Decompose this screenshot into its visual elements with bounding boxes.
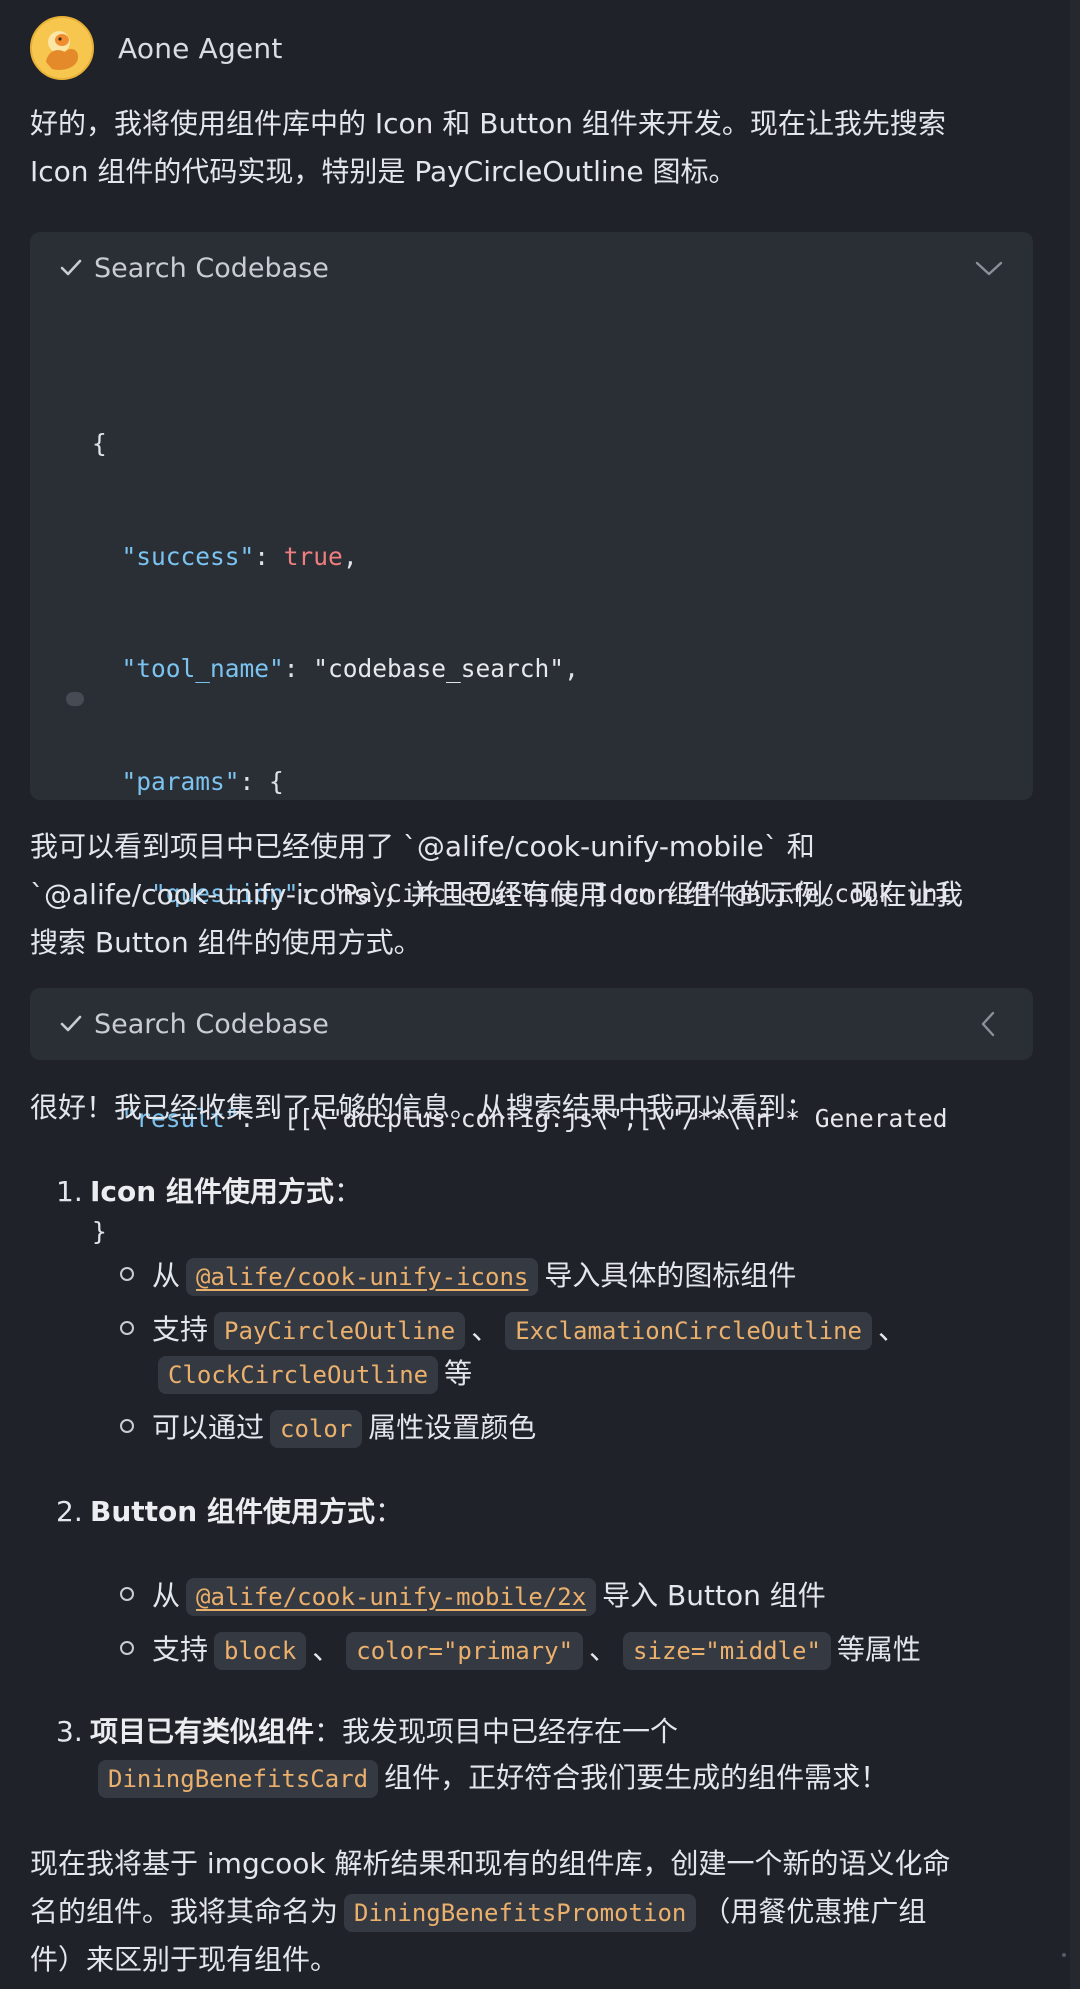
inline-code: color="primary" xyxy=(346,1632,584,1670)
assistant-message-summary: 很好！我已经收集到了足够的信息。从搜索结果中我可以看到： xyxy=(30,1084,1040,1132)
message-line: 我可以看到项目中已经使用了 `@alife/cook-unify-mobile`… xyxy=(30,830,815,863)
check-icon xyxy=(58,1011,84,1037)
list-number: 2. xyxy=(56,1495,83,1528)
inline-code: ExclamationCircleOutline xyxy=(505,1312,872,1350)
json-value: true xyxy=(283,541,343,571)
agent-name: Aone Agent xyxy=(118,31,283,65)
tool-call-header[interactable]: Search Codebase xyxy=(58,232,329,304)
list-subitem: 从 @alife/cook-unify-icons 导入具体的图标组件 xyxy=(120,1254,796,1298)
tool-call-header[interactable]: Search Codebase xyxy=(58,988,329,1060)
list-subitem: 可以通过 color 属性设置颜色 xyxy=(120,1406,536,1450)
text: 、 xyxy=(471,1313,500,1346)
inline-code: DiningBenefitsPromotion xyxy=(344,1894,697,1932)
bullet-icon xyxy=(120,1641,134,1655)
list-item-continuation: DiningBenefitsCard 组件，正好符合我们要生成的组件需求！ xyxy=(92,1756,888,1800)
list-item-2: 2. Button 组件使用方式： xyxy=(56,1490,403,1534)
inline-code: block xyxy=(214,1632,307,1670)
text: 导入具体的图标组件 xyxy=(544,1259,797,1292)
loading-dot xyxy=(66,692,84,706)
text: 、 xyxy=(589,1633,618,1666)
chevron-left-icon[interactable] xyxy=(973,1008,1005,1040)
bullet-icon xyxy=(120,1587,134,1601)
text: 从 xyxy=(152,1579,181,1612)
message-line: 件）来区别于现有组件。 xyxy=(30,1943,339,1976)
list-subitem: 支持 PayCircleOutline、 ExclamationCircleOutl… xyxy=(120,1308,906,1352)
text: 、 xyxy=(312,1633,341,1666)
assistant-message-closing: 现在我将基于 imgcook 解析结果和现有的组件库，创建一个新的语义化命 名的… xyxy=(30,1840,1040,1984)
message-line: 现在我将基于 imgcook 解析结果和现有的组件库，创建一个新的语义化命 xyxy=(30,1847,951,1880)
tool-call-title: Search Codebase xyxy=(94,1008,329,1040)
scroll-indicator xyxy=(1062,1953,1066,1957)
message-line: 搜索 Button 组件的使用方式。 xyxy=(30,926,422,959)
duck-avatar-icon xyxy=(32,18,92,78)
text: 支持 xyxy=(152,1633,209,1666)
list-subitem: 支持 block、 color="primary"、 size="middle" 等属性 xyxy=(120,1628,921,1672)
json-brace: } xyxy=(92,1216,107,1246)
inline-code: PayCircleOutline xyxy=(214,1312,466,1350)
message-line: `@alife/cook-unify-icons`，并且已经有使用 Icon 组… xyxy=(30,878,963,911)
text: 可以通过 xyxy=(152,1411,265,1444)
list-number: 3. xyxy=(56,1715,83,1748)
text: 、 xyxy=(878,1313,907,1346)
list-item-title: Button 组件使用方式 xyxy=(90,1495,375,1528)
text: （用餐优惠推广组 xyxy=(702,1895,927,1928)
agent-avatar xyxy=(30,16,94,80)
assistant-message-middle: 我可以看到项目中已经使用了 `@alife/cook-unify-mobile`… xyxy=(30,823,1040,967)
text: 属性设置颜色 xyxy=(368,1411,537,1444)
scrollbar-track[interactable] xyxy=(1070,0,1080,1989)
tool-call-card-collapsed[interactable]: Search Codebase xyxy=(30,988,1033,1060)
inline-code-link[interactable]: @alife/cook-unify-mobile/2x xyxy=(186,1578,597,1616)
chat-transcript[interactable]: Aone Agent 好的，我将使用组件库中的 Icon 和 Button 组件… xyxy=(0,0,1080,1989)
tool-call-title: Search Codebase xyxy=(94,252,329,284)
json-brace: { xyxy=(92,429,107,458)
text: 导入 Button 组件 xyxy=(602,1579,826,1612)
bullet-icon xyxy=(120,1267,134,1281)
bullet-icon xyxy=(120,1419,134,1433)
text: 等属性 xyxy=(836,1633,921,1666)
list-colon: ： xyxy=(374,1495,403,1528)
message-line: 好的，我将使用组件库中的 Icon 和 Button 组件来开发。现在让我先搜索 xyxy=(30,107,946,140)
json-value: "codebase_search" xyxy=(313,654,565,683)
list-item-title: Icon 组件使用方式 xyxy=(90,1175,334,1208)
inline-code: size="middle" xyxy=(623,1632,831,1670)
list-subitem-continuation: ClockCircleOutline 等 xyxy=(152,1352,472,1396)
inline-code: color xyxy=(270,1410,363,1448)
text: 名的组件。我将其命名为 xyxy=(30,1895,339,1928)
text: 组件，正好符合我们要生成的组件需求！ xyxy=(384,1761,889,1794)
message-line: 名的组件。我将其命名为 DiningBenefitsPromotion （用餐优惠推… xyxy=(30,1888,1040,1936)
message-line: Icon 组件的代码实现，特别是 PayCircleOutline 图标。 xyxy=(30,155,737,188)
agent-header: Aone Agent xyxy=(30,14,283,82)
text: 支持 xyxy=(152,1313,209,1346)
text: ：我发现项目中已经存在一个 xyxy=(314,1715,679,1748)
message-line: 很好！我已经收集到了足够的信息。从搜索结果中我可以看到： xyxy=(30,1091,815,1124)
chevron-down-icon[interactable] xyxy=(973,252,1005,284)
check-icon xyxy=(58,255,84,281)
list-number: 1. xyxy=(56,1175,83,1208)
tool-call-card-expanded: Search Codebase { "success": true, "tool… xyxy=(30,232,1033,1246)
list-subitem: 从 @alife/cook-unify-mobile/2x 导入 Button 组件 xyxy=(120,1574,826,1618)
json-key: "success" xyxy=(121,541,255,571)
list-item-1: 1. Icon 组件使用方式： xyxy=(56,1170,362,1214)
json-key: "tool_name" xyxy=(121,654,284,683)
bullet-icon xyxy=(120,1321,134,1335)
text: 从 xyxy=(152,1259,181,1292)
inline-code: ClockCircleOutline xyxy=(158,1356,439,1394)
assistant-message-intro: 好的，我将使用组件库中的 Icon 和 Button 组件来开发。现在让我先搜索… xyxy=(30,100,1040,196)
inline-code-link[interactable]: @alife/cook-unify-icons xyxy=(186,1258,539,1296)
list-item-title: 项目已有类似组件 xyxy=(90,1715,315,1748)
list-item-3: 3. 项目已有类似组件：我发现项目中已经存在一个 xyxy=(56,1710,678,1754)
text: 等 xyxy=(444,1357,473,1390)
json-key: "params" xyxy=(121,766,240,796)
inline-code: DiningBenefitsCard xyxy=(98,1760,379,1798)
list-colon: ： xyxy=(333,1175,362,1208)
